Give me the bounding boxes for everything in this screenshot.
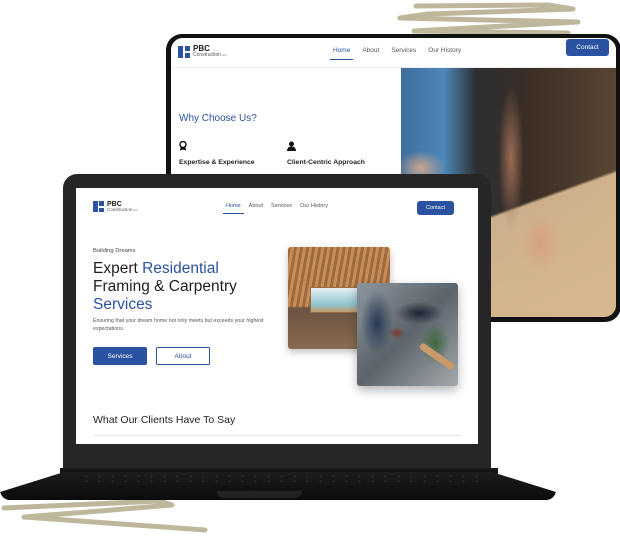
logo-subtitle: Construction [193, 52, 222, 58]
feature-item: Expertise & Experience [179, 140, 255, 166]
feature-label: Client-Centric Approach [287, 159, 365, 166]
laptop-device: PBC Construction Inc Home About Services… [63, 174, 491, 470]
contact-button[interactable]: Contact [566, 39, 609, 56]
hero-title-text: Framing & Carpentry [93, 278, 237, 295]
logo-mark-icon [93, 201, 104, 213]
nav-link-our-history[interactable]: Our History [428, 47, 461, 54]
logo-suffix: Inc [222, 53, 227, 57]
hero-title: Expert Residential Framing & Carpentry S… [93, 260, 283, 314]
laptop-navbar: PBC Construction Inc Home About Services… [76, 188, 478, 232]
hero-title-text: Expert [93, 260, 143, 277]
feature-label: Expertise & Experience [179, 159, 255, 166]
tool-belt-photo [357, 283, 458, 386]
section-title-why-choose-us: Why Choose Us? [179, 113, 257, 124]
decorative-scribble-top [397, 2, 581, 36]
keyboard-keys [80, 474, 480, 482]
logo-subtitle: Construction [107, 207, 133, 212]
nav-link-home[interactable]: Home [329, 47, 354, 60]
tablet-logo[interactable]: PBC Construction Inc [178, 45, 226, 58]
testimonials-heading: What Our Clients Have To Say [93, 414, 236, 426]
laptop-lid-notch [217, 491, 302, 498]
feature-item: Client-Centric Approach [287, 141, 365, 166]
logo-suffix: Inc [133, 208, 138, 212]
nav-link-about[interactable]: About [249, 203, 263, 209]
hammer-handle-detail [418, 342, 456, 371]
hero-description: Ensuring that your dream home not only m… [93, 318, 264, 332]
nav-link-home[interactable]: Home [223, 203, 244, 214]
nav-link-about[interactable]: About [362, 47, 379, 54]
hero-eyebrow: Building Dreams [93, 248, 136, 254]
user-icon [287, 141, 365, 153]
laptop-base [0, 444, 556, 500]
award-icon [179, 140, 255, 153]
logo-mark-icon [178, 45, 190, 58]
laptop-screen: PBC Construction Inc Home About Services… [76, 188, 478, 444]
contact-button[interactable]: Contact [417, 201, 454, 215]
framing-window-detail [310, 287, 362, 313]
tablet-navbar: PBC Construction Inc Home About Services… [171, 38, 616, 68]
nav-link-our-history[interactable]: Our History [300, 203, 328, 209]
decorative-scribble-bottom [1, 498, 208, 533]
about-button[interactable]: About [156, 347, 210, 365]
tablet-nav-links: Home About Services Our History [329, 47, 461, 60]
laptop-logo[interactable]: PBC Construction Inc [93, 201, 138, 213]
nav-link-services[interactable]: Services [271, 203, 292, 209]
section-divider [93, 435, 461, 436]
nav-link-services[interactable]: Services [391, 47, 416, 54]
hero-title-accent: Services [93, 296, 153, 313]
hero-title-accent: Residential [142, 260, 219, 277]
services-button[interactable]: Services [93, 347, 147, 365]
laptop-nav-links: Home About Services Our History [223, 203, 328, 214]
